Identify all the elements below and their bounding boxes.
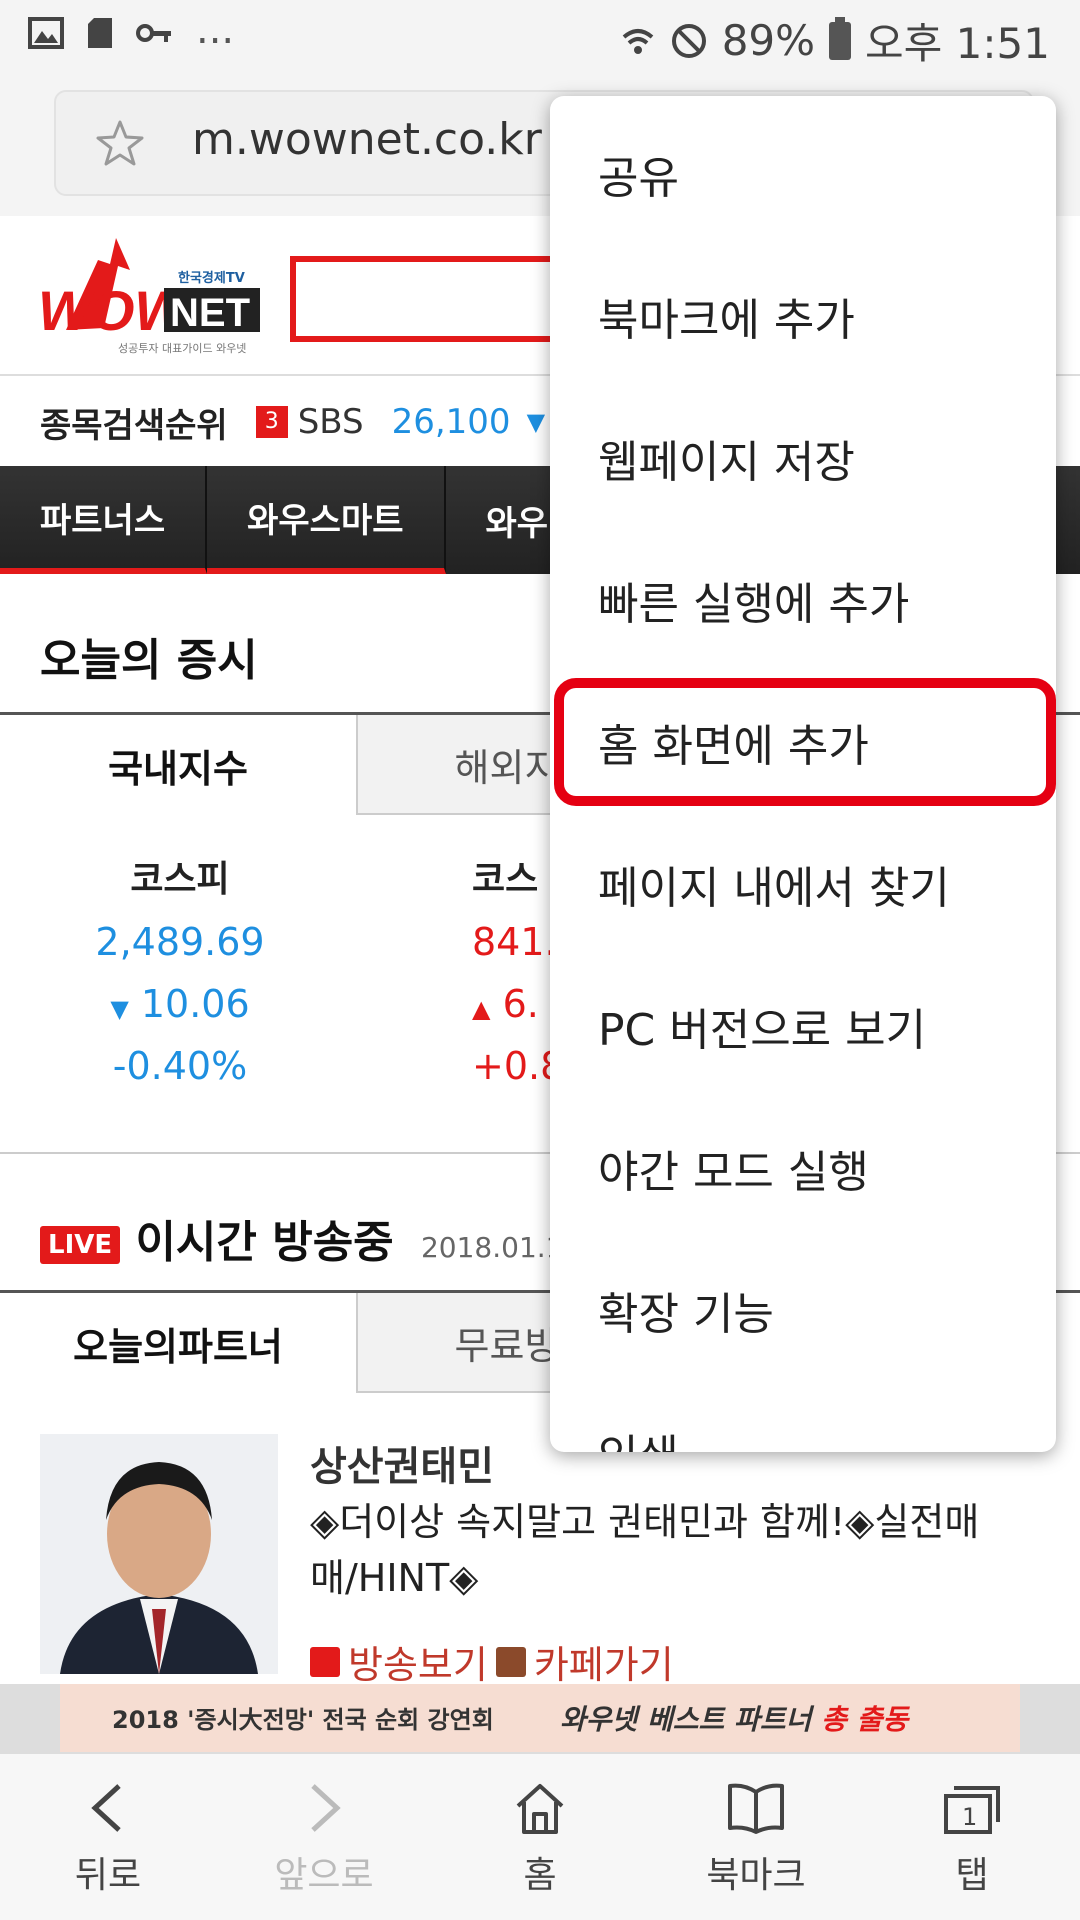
svg-text:한국경제TV: 한국경제TV (178, 270, 245, 286)
nav-partners[interactable]: 파트너스 (0, 466, 208, 574)
index-value: 2,489.69 (95, 920, 265, 964)
bookmarks-button[interactable]: 북마크 (648, 1754, 864, 1920)
menu-save-page[interactable]: 웹페이지 저장 (598, 426, 855, 490)
watch-broadcast-link[interactable]: 방송보기 (348, 1634, 488, 1689)
partner-photo[interactable] (40, 1434, 278, 1674)
back-label: 뒤로 (74, 1855, 142, 1896)
index-change: ▼ 10.06 (110, 982, 250, 1026)
url-text[interactable]: m.wownet.co.kr (192, 114, 542, 165)
clock: 오후 1:51 (865, 19, 1050, 68)
home-icon (516, 1784, 564, 1834)
back-icon (91, 1784, 121, 1832)
do-not-disturb-icon (671, 23, 706, 58)
menu-add-quick-access[interactable]: 빠른 실행에 추가 (598, 568, 909, 632)
star-icon[interactable] (94, 118, 146, 170)
index-name: 코스피 (130, 859, 230, 900)
bookmarks-label: 북마크 (706, 1855, 806, 1896)
down-triangle-icon: ▼ (110, 995, 129, 1023)
market-title: 오늘의 증시 (40, 635, 258, 686)
ticker-stock-name[interactable]: SBS (298, 402, 364, 442)
home-label: 홈 (523, 1855, 557, 1896)
ad-banner-content: 2018 '증시大전망' 전국 순회 강연회 와우넷 베스트 파트너 총 출동 (60, 1684, 1020, 1752)
sd-card-icon (88, 18, 112, 48)
down-arrow-icon: ▼ (526, 408, 546, 436)
live-badge: LIVE (40, 1226, 121, 1264)
browser-bottom-nav: 뒤로 앞으로 홈 북마크 1 탭 (0, 1752, 1080, 1920)
kosdaq-index[interactable]: 코스 841. ▲ 6. +0.8 (372, 850, 572, 1088)
cafe-link[interactable]: 카페가기 (534, 1634, 674, 1689)
partner-name[interactable]: 상산권태민 (310, 1434, 494, 1492)
wifi-icon (622, 28, 653, 54)
menu-find-in-page[interactable]: 페이지 내에서 찾기 (598, 852, 950, 916)
banner-right-text: 와우넷 베스트 파트너 총 출동 (560, 1703, 909, 1736)
image-icon (28, 17, 64, 49)
battery-percent: 89% (721, 16, 816, 65)
system-icons: 89% 오후 1:51 (620, 10, 1050, 71)
browser-overflow-menu: 공유 북마크에 추가 웹페이지 저장 빠른 실행에 추가 홈 화면에 추가 페이… (550, 96, 1056, 1452)
rank-badge: 3 (255, 406, 288, 438)
status-bar: ... 89% 오후 1:51 (0, 0, 1080, 76)
forward-label: 앞으로 (274, 1855, 374, 1896)
tab-today-partner[interactable]: 오늘의파트너 (0, 1293, 356, 1393)
menu-add-to-home-screen[interactable]: 홈 화면에 추가 (598, 710, 869, 774)
forward-icon (311, 1784, 341, 1832)
more-notifications: ... (196, 7, 235, 53)
svg-text:NET: NET (170, 291, 250, 335)
bookmark-book-icon (728, 1783, 784, 1834)
site-search-input[interactable] (290, 256, 590, 342)
index-percent: -0.40% (112, 1044, 248, 1088)
key-icon (136, 24, 171, 42)
ticker-label: 종목검색순위 (40, 405, 228, 446)
nav-wowsmart[interactable]: 와우스마트 (207, 466, 446, 574)
menu-add-bookmark[interactable]: 북마크에 추가 (598, 284, 855, 348)
partner-description[interactable]: ◈더이상 속지말고 권태민과 함께!◈실전매매/HINT◈ (310, 1494, 1010, 1606)
wownet-logo[interactable]: WOW NET 한국경제TV 성공투자 대표가이드 와우넷 (38, 230, 272, 360)
cafe-icon (495, 1646, 526, 1677)
broadcast-title: 이시간 방송중 (135, 1217, 394, 1268)
kospi-index[interactable]: 코스피 2,489.69 ▼ 10.06 -0.40% (30, 850, 330, 1088)
notification-icons: ... (28, 10, 234, 50)
menu-share[interactable]: 공유 (598, 142, 679, 206)
partner-portrait (60, 1462, 258, 1674)
ticker-stock-price: 26,100 (391, 402, 511, 442)
home-button[interactable]: 홈 (432, 1754, 648, 1920)
menu-print[interactable]: 인쇄 (598, 1420, 679, 1452)
menu-extensions[interactable]: 확장 기능 (598, 1278, 774, 1342)
tab-domestic-index[interactable]: 국내지수 (0, 715, 356, 815)
menu-desktop-version[interactable]: PC 버전으로 보기 (598, 994, 926, 1058)
banner-left-text: 2018 '증시大전망' 전국 순회 강연회 (112, 1706, 494, 1734)
play-icon (310, 1646, 340, 1677)
battery-icon (829, 16, 852, 60)
tabs-button[interactable]: 1 탭 (864, 1754, 1080, 1920)
tabs-label: 탭 (955, 1855, 989, 1896)
ad-banner[interactable]: 2018 '증시大전망' 전국 순회 강연회 와우넷 베스트 파트너 총 출동 (0, 1684, 1080, 1752)
tabs-icon: 1 (944, 1786, 1000, 1834)
svg-text:1: 1 (962, 1803, 977, 1831)
back-button[interactable]: 뒤로 (0, 1754, 216, 1920)
partner-links: 방송보기 카페가기 (310, 1634, 674, 1689)
broadcast-title-row: LIVE 이시간 방송중 2018.01.11 (40, 1206, 581, 1270)
wownet-logo-graphic: WOW NET 한국경제TV 성공투자 대표가이드 와우넷 (38, 238, 260, 355)
up-triangle-icon: ▲ (472, 995, 491, 1023)
menu-night-mode[interactable]: 야간 모드 실행 (598, 1136, 869, 1200)
forward-button[interactable]: 앞으로 (216, 1754, 432, 1920)
svg-text:성공투자 대표가이드 와우넷: 성공투자 대표가이드 와우넷 (118, 342, 246, 355)
